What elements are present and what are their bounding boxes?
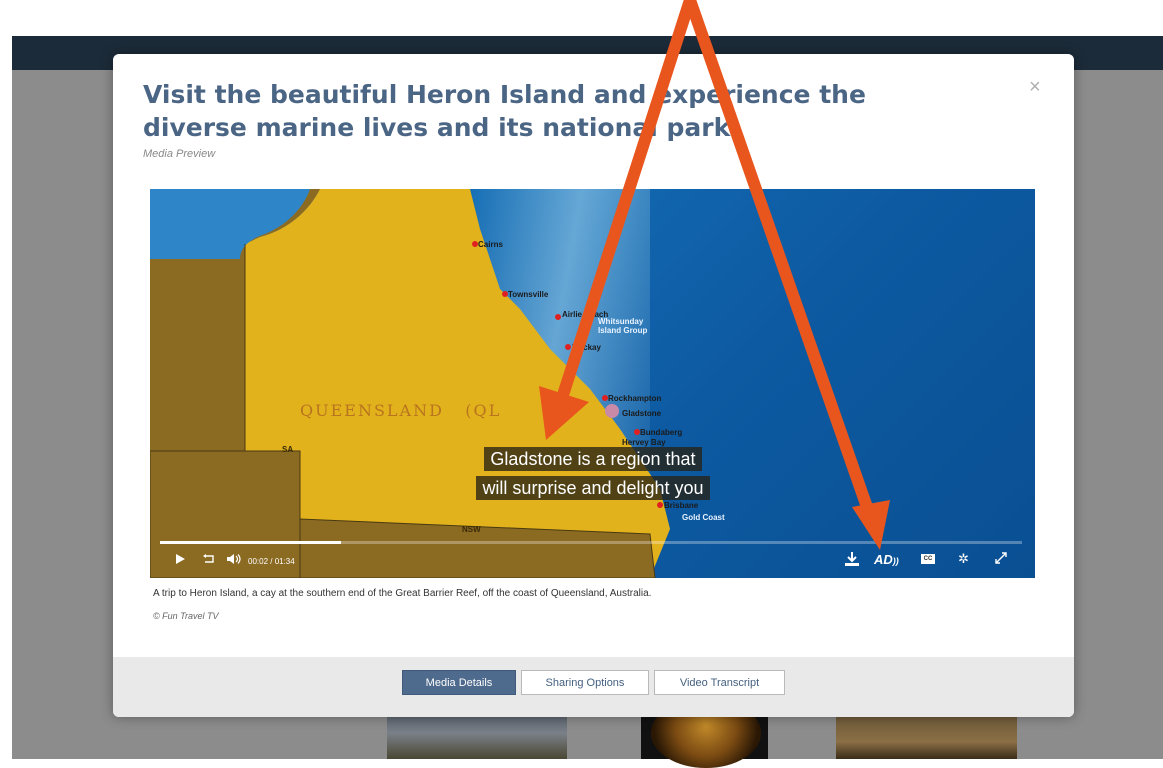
- rewind-10-icon[interactable]: [202, 553, 216, 568]
- progress-bar[interactable]: [160, 541, 1022, 544]
- bundaberg-dot: [634, 429, 640, 435]
- rockhampton-dot: [602, 395, 608, 401]
- nsw-label: NSW: [462, 525, 481, 534]
- closed-captions-button[interactable]: CC: [921, 554, 935, 564]
- state-label-abbrev: (QL: [465, 401, 502, 420]
- cairns-dot: [472, 241, 478, 247]
- state-label-text: QUEENSLAND: [300, 401, 444, 420]
- volume-icon[interactable]: [226, 553, 242, 568]
- gladstone-highlight: [605, 404, 619, 418]
- thumbnail-sun[interactable]: [641, 698, 768, 768]
- ad-label: AD: [874, 552, 893, 567]
- play-icon[interactable]: [174, 553, 186, 568]
- video-caption: Gladstone is a region that will surprise…: [436, 445, 750, 503]
- video-player[interactable]: Cairns Townsville Airlie Beach Whitsunda…: [150, 189, 1035, 578]
- modal-footer: Media Details Sharing Options Video Tran…: [113, 657, 1074, 717]
- sa-label: SA: [282, 445, 294, 454]
- gear-icon[interactable]: ✲: [958, 551, 969, 567]
- state-label: QUEENSLAND (QL: [300, 401, 501, 420]
- tab-sharing-options[interactable]: Sharing Options: [521, 670, 649, 695]
- audio-description-button[interactable]: AD)): [874, 552, 899, 567]
- fullscreen-icon[interactable]: [995, 552, 1007, 567]
- player-controls: 00:02 / 01:34 AD)) CC ✲: [150, 549, 1035, 575]
- mackay-dot: [565, 344, 571, 350]
- close-icon[interactable]: ×: [1029, 76, 1041, 99]
- modal-subtitle: Media Preview: [143, 148, 216, 160]
- tab-media-details[interactable]: Media Details: [402, 670, 516, 695]
- media-description: A trip to Heron Island, a cay at the sou…: [153, 588, 652, 599]
- thumbnail-savanna[interactable]: [836, 716, 1017, 759]
- media-credit: © Fun Travel TV: [153, 611, 219, 621]
- caption-line-2: will surprise and delight you: [476, 476, 710, 500]
- media-preview-modal: Visit the beautiful Heron Island and exp…: [113, 54, 1074, 717]
- progress-fill: [160, 541, 342, 544]
- city-dots: [472, 241, 663, 508]
- cc-label: CC: [923, 556, 933, 562]
- time-display: 00:02 / 01:34: [248, 557, 295, 566]
- airlie-dot: [555, 314, 561, 320]
- ad-waves: )): [892, 556, 899, 566]
- caption-line-1: Gladstone is a region that: [484, 447, 702, 471]
- thumbnail-windmills[interactable]: [387, 716, 567, 759]
- tab-video-transcript[interactable]: Video Transcript: [654, 670, 785, 695]
- townsville-dot: [502, 291, 508, 297]
- download-icon[interactable]: [844, 552, 860, 569]
- modal-title: Visit the beautiful Heron Island and exp…: [143, 80, 866, 142]
